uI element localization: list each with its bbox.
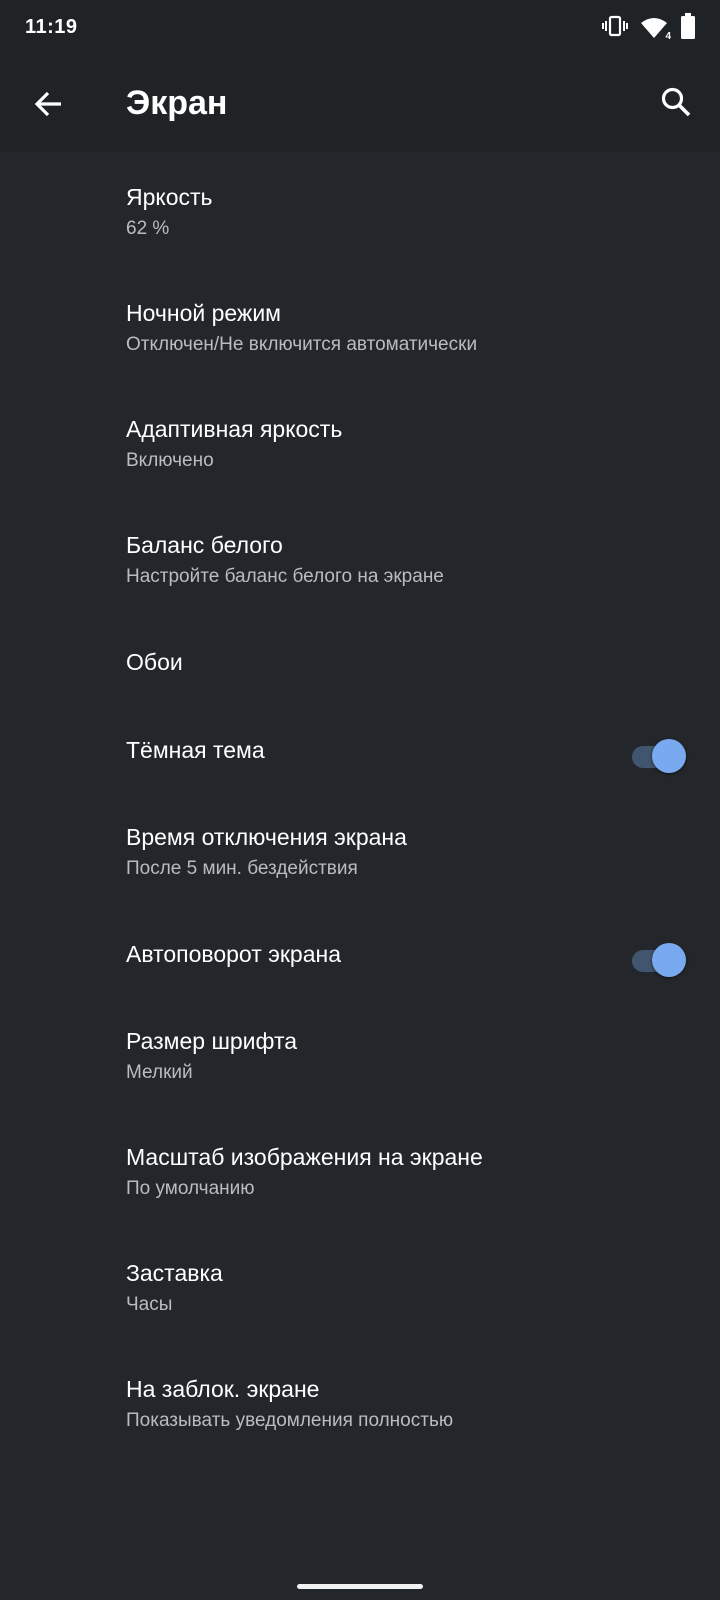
battery-icon xyxy=(680,12,696,44)
setting-display-size[interactable]: Масштаб изображения на экране По умолчан… xyxy=(0,1112,720,1228)
arrow-back-icon xyxy=(34,91,61,117)
setting-value: Мелкий xyxy=(126,1062,193,1083)
setting-screen-timeout[interactable]: Время отключения экрана После 5 мин. без… xyxy=(0,792,720,908)
setting-label: Время отключения экрана xyxy=(126,824,407,850)
setting-value: После 5 мин. бездействия xyxy=(126,858,358,879)
setting-label: На заблок. экране xyxy=(126,1376,320,1402)
toggle-thumb xyxy=(652,943,686,977)
page-title: Экран xyxy=(126,84,228,122)
vibrate-icon xyxy=(602,14,628,43)
setting-label: Заставка xyxy=(126,1260,223,1286)
setting-label: Адаптивная яркость xyxy=(126,416,343,442)
app-bar: Экран xyxy=(0,56,720,152)
setting-lock-screen[interactable]: На заблок. экране Показывать уведомления… xyxy=(0,1344,720,1460)
setting-value: Включено xyxy=(126,450,214,471)
setting-label: Баланс белого xyxy=(126,532,283,558)
setting-adaptive-brightness[interactable]: Адаптивная яркость Включено xyxy=(0,384,720,500)
auto-rotate-toggle[interactable] xyxy=(628,941,686,977)
setting-label: Масштаб изображения на экране xyxy=(126,1144,483,1170)
status-bar: 11:19 4 xyxy=(0,0,720,56)
wifi-icon: 4 xyxy=(640,16,671,42)
status-time: 11:19 xyxy=(25,16,78,38)
setting-label: Яркость xyxy=(126,184,213,210)
search-button[interactable] xyxy=(652,78,700,126)
setting-night-mode[interactable]: Ночной режим Отключен/Не включится автом… xyxy=(0,268,720,384)
setting-label: Тёмная тема xyxy=(126,737,265,763)
setting-label: Автоповорот экрана xyxy=(126,941,341,967)
back-button[interactable] xyxy=(24,80,72,128)
setting-value: Настройте баланс белого на экране xyxy=(126,566,444,587)
setting-value: По умолчанию xyxy=(126,1178,255,1199)
setting-label: Ночной режим xyxy=(126,300,281,326)
dark-theme-toggle[interactable] xyxy=(628,737,686,773)
status-icons: 4 xyxy=(602,12,696,44)
setting-font-size[interactable]: Размер шрифта Мелкий xyxy=(0,996,720,1112)
setting-value: Отключен/Не включится автоматически xyxy=(126,334,478,355)
setting-brightness[interactable]: Яркость 62 % xyxy=(0,152,720,268)
setting-dark-theme[interactable]: Тёмная тема xyxy=(0,704,720,792)
setting-value: 62 % xyxy=(126,218,170,239)
setting-auto-rotate[interactable]: Автоповорот экрана xyxy=(0,908,720,996)
gesture-nav-handle[interactable] xyxy=(297,1584,423,1589)
setting-label: Обои xyxy=(126,649,183,675)
setting-white-balance[interactable]: Баланс белого Настройте баланс белого на… xyxy=(0,500,720,616)
setting-screensaver[interactable]: Заставка Часы xyxy=(0,1228,720,1344)
setting-value: Часы xyxy=(126,1294,173,1315)
setting-label: Размер шрифта xyxy=(126,1028,298,1054)
settings-list: Яркость 62 % Ночной режим Отключен/Не вк… xyxy=(0,152,720,1460)
toggle-thumb xyxy=(652,739,686,773)
search-icon xyxy=(661,87,691,117)
setting-wallpaper[interactable]: Обои xyxy=(0,616,720,704)
setting-value: Показывать уведомления полностью xyxy=(126,1410,454,1431)
wifi-badge: 4 xyxy=(665,31,671,42)
